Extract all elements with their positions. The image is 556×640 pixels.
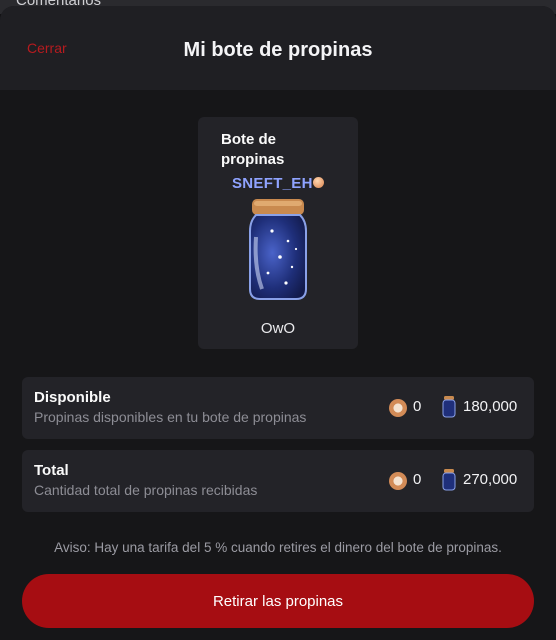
card-name: OwO — [260, 320, 296, 337]
fee-notice: Aviso: Hay una tarifa del 5 % cuando ret… — [54, 540, 502, 555]
user-badge-icon — [313, 177, 324, 188]
withdraw-button[interactable]: Retirar las propinas — [22, 574, 534, 628]
tip-jar-icon — [249, 199, 307, 300]
card-username: SNEFT_EH — [232, 175, 313, 192]
total-jar-amount: 270,000 — [463, 471, 518, 488]
total-row: Total Cantidad total de propinas recibid… — [22, 450, 534, 512]
available-title: Disponible — [34, 389, 111, 406]
card-title: Bote de propinas — [221, 131, 285, 168]
total-title: Total — [34, 462, 69, 479]
page-title: Mi bote de propinas — [183, 39, 373, 61]
coin-icon — [389, 472, 407, 490]
available-jar-amount: 180,000 — [463, 398, 518, 415]
total-subtitle: Cantidad total de propinas recibidas — [34, 482, 258, 498]
tip-jar-card: Bote de propinas SNEFT_EH OwO — [198, 117, 358, 349]
available-subtitle: Propinas disponibles en tu bote de propi… — [34, 409, 307, 425]
available-row: Disponible Propinas disponibles en tu bo… — [22, 377, 534, 439]
jar-icon — [442, 396, 456, 418]
tip-jar-sheet: Cerrar Mi bote de propinas Bote de propi… — [0, 6, 556, 640]
available-coins: 0 — [413, 398, 422, 415]
coin-icon — [389, 399, 407, 417]
sheet-header: Cerrar Mi bote de propinas — [0, 6, 556, 90]
total-coins: 0 — [413, 471, 422, 488]
jar-icon — [442, 469, 456, 491]
